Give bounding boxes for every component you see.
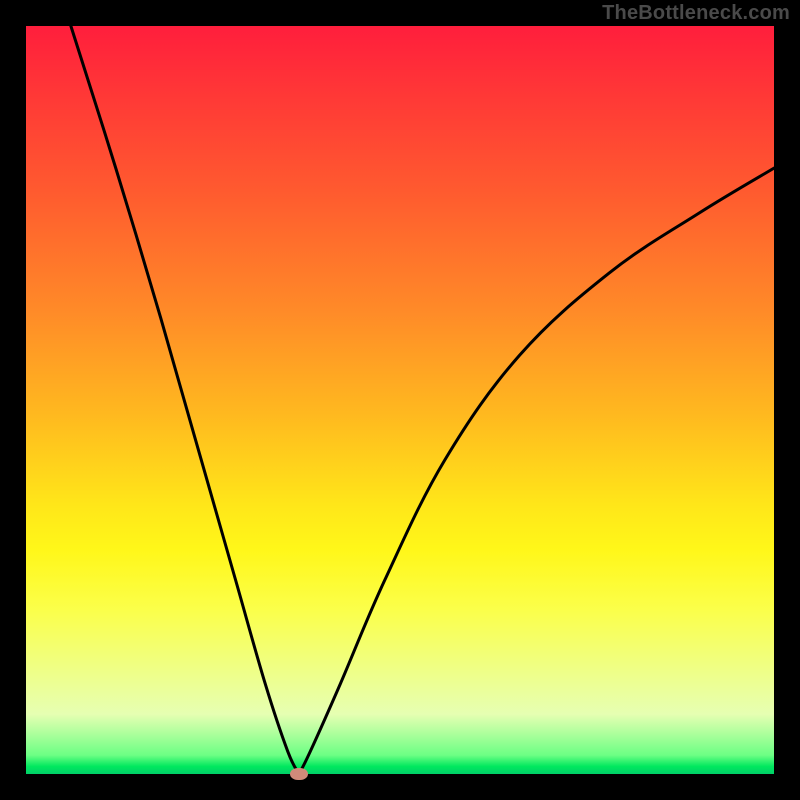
plot-area <box>26 26 774 774</box>
left-branch-path <box>71 26 299 774</box>
vertex-marker <box>290 768 308 780</box>
attribution-label: TheBottleneck.com <box>602 2 790 25</box>
chart-frame: TheBottleneck.com <box>0 0 800 800</box>
curve-svg <box>26 26 774 774</box>
right-branch-path <box>299 168 774 774</box>
